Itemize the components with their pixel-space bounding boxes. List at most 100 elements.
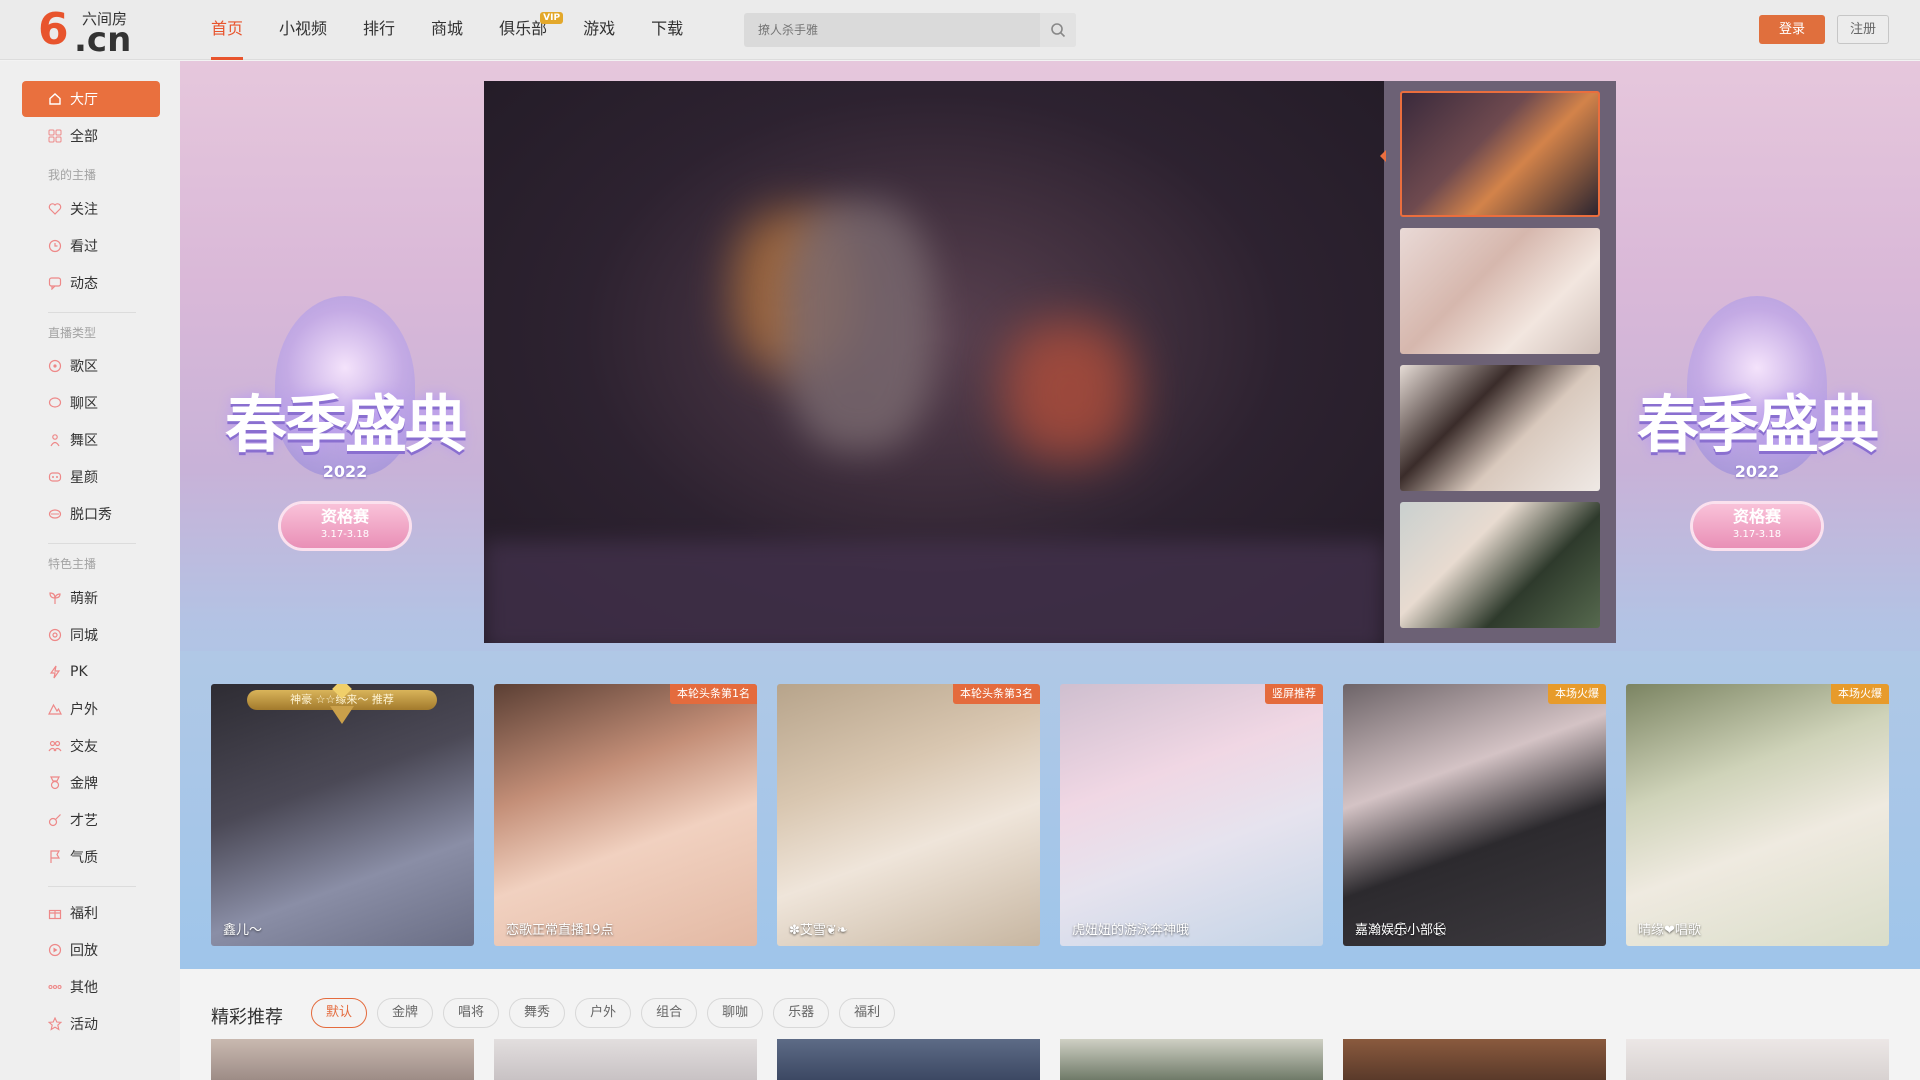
nav-short-video[interactable]: 小视频 bbox=[279, 0, 327, 60]
recommend-card[interactable] bbox=[494, 1039, 757, 1080]
sidebar-item-dance[interactable]: 舞区 bbox=[22, 422, 160, 458]
nav-games[interactable]: 游戏 bbox=[583, 0, 615, 60]
sidebar-item-feed[interactable]: 动态 bbox=[22, 265, 160, 301]
card-rank-tag: 本轮头条第1名 bbox=[670, 684, 757, 704]
logo-domain: .cn bbox=[74, 20, 132, 60]
anchor-card[interactable]: 本轮头条第1名 恋歌正常直播19点 bbox=[494, 684, 757, 946]
site-logo[interactable]: 6 六间房 .cn bbox=[38, 6, 138, 61]
sidebar-divider bbox=[48, 886, 136, 887]
message-icon bbox=[48, 276, 62, 290]
sidebar-item-lobby[interactable]: 大厅 bbox=[22, 81, 160, 117]
live-video-player[interactable] bbox=[484, 81, 1384, 643]
nav-club[interactable]: 俱乐部 VIP bbox=[499, 0, 564, 60]
sidebar-item-newbie[interactable]: 萌新 bbox=[22, 580, 160, 616]
recommend-card[interactable] bbox=[1343, 1039, 1606, 1080]
sidebar-item-talent[interactable]: 才艺 bbox=[22, 802, 160, 838]
anchor-card[interactable]: 本场火爆 晴缘❤唱歌 bbox=[1626, 684, 1889, 946]
crown-drop-icon bbox=[330, 706, 354, 724]
home-icon bbox=[48, 92, 62, 106]
anchor-card[interactable]: 神豪 ☆☆缘来～ 推荐 鑫儿～ bbox=[211, 684, 474, 946]
clock-icon bbox=[48, 239, 62, 253]
sidebar-item-label: 脱口秀 bbox=[70, 507, 112, 523]
thumbnail-1[interactable] bbox=[1400, 91, 1600, 217]
vip-badge: VIP bbox=[540, 12, 564, 24]
sidebar-item-temperament[interactable]: 气质 bbox=[22, 839, 160, 875]
recommend-card[interactable] bbox=[211, 1039, 474, 1080]
sprout-icon bbox=[48, 591, 62, 605]
guitar-icon bbox=[48, 813, 62, 827]
video-blur-floor bbox=[484, 541, 1384, 643]
sidebar-item-star-face[interactable]: 星颜 bbox=[22, 459, 160, 495]
sidebar-item-song[interactable]: 歌区 bbox=[22, 348, 160, 384]
nav-games-label: 游戏 bbox=[583, 19, 616, 38]
anchor-card[interactable]: 本场火爆 嘉瀚娱乐⃝小部长⃝ bbox=[1343, 684, 1606, 946]
nav-home-label: 首页 bbox=[211, 19, 244, 38]
sidebar-item-label: 全部 bbox=[70, 129, 98, 145]
filter-tab-gold[interactable]: 金牌 bbox=[377, 998, 434, 1028]
anchor-name: 晴缘❤唱歌 bbox=[1638, 923, 1701, 938]
music-icon bbox=[48, 359, 62, 373]
star-icon bbox=[48, 1017, 62, 1031]
filter-tab-singer[interactable]: 唱将 bbox=[443, 998, 500, 1028]
recommend-filter-tabs: 默认 金牌 唱将 舞秀 户外 组合 聊咖 乐器 福利 bbox=[311, 998, 905, 1028]
nav-download-label: 下载 bbox=[651, 19, 684, 38]
anchor-card[interactable]: 本轮头条第3名 ✽艾雪❦❧ bbox=[777, 684, 1040, 946]
sidebar-item-welfare[interactable]: 福利 bbox=[22, 895, 160, 931]
sidebar-item-watched[interactable]: 看过 bbox=[22, 228, 160, 264]
filter-tab-outdoor[interactable]: 户外 bbox=[575, 998, 632, 1028]
sidebar-item-label: 关注 bbox=[70, 202, 98, 218]
filter-tab-default[interactable]: 默认 bbox=[311, 998, 368, 1028]
sidebar-item-label: 歌区 bbox=[70, 359, 98, 375]
heart-icon bbox=[48, 202, 62, 216]
nav-mall-label: 商城 bbox=[431, 19, 464, 38]
emblem-pill: 资格赛 3.17-3.18 bbox=[1693, 504, 1821, 548]
recommend-card[interactable] bbox=[777, 1039, 1040, 1080]
search-button[interactable] bbox=[1040, 13, 1076, 47]
login-button[interactable]: 登录 bbox=[1759, 15, 1825, 44]
more-icon bbox=[48, 980, 62, 994]
sidebar-item-outdoor[interactable]: 户外 bbox=[22, 691, 160, 727]
sidebar-item-gold[interactable]: 金牌 bbox=[22, 765, 160, 801]
top-header: 6 六间房 .cn 首页 小视频 排行 商城 俱乐部VIP 游戏 下载 登录 注… bbox=[0, 0, 1920, 60]
nav-download[interactable]: 下载 bbox=[651, 0, 683, 60]
selected-thumbnail-arrow bbox=[1380, 150, 1386, 162]
thumbnail-3[interactable] bbox=[1400, 365, 1600, 491]
thumbnail-2[interactable] bbox=[1400, 228, 1600, 354]
emblem-pill-title: 资格赛 bbox=[320, 507, 369, 526]
filter-tab-welfare[interactable]: 福利 bbox=[839, 998, 896, 1028]
sidebar-item-label: PK bbox=[70, 664, 88, 680]
sidebar-item-all[interactable]: 全部 bbox=[22, 118, 160, 154]
nav-home[interactable]: 首页 bbox=[211, 0, 244, 60]
sidebar-item-friends[interactable]: 交友 bbox=[22, 728, 160, 764]
sidebar-item-label: 户外 bbox=[70, 702, 98, 718]
recommend-card[interactable] bbox=[1626, 1039, 1889, 1080]
sidebar-item-label: 动态 bbox=[70, 276, 98, 292]
filter-tab-instrument[interactable]: 乐器 bbox=[773, 998, 830, 1028]
sidebar-item-label: 同城 bbox=[70, 628, 98, 644]
sidebar-item-other[interactable]: 其他 bbox=[22, 969, 160, 1005]
sidebar-item-replay[interactable]: 回放 bbox=[22, 932, 160, 968]
anchor-name: ✽艾雪❦❧ bbox=[789, 923, 848, 938]
sidebar-item-follow[interactable]: 关注 bbox=[22, 191, 160, 227]
section-heading-my-anchors: 我的主播 bbox=[48, 168, 97, 182]
nav-mall[interactable]: 商城 bbox=[431, 0, 463, 60]
sidebar-item-talk-show[interactable]: 脱口秀 bbox=[22, 496, 160, 532]
register-button[interactable]: 注册 bbox=[1837, 15, 1889, 44]
filter-tab-dance[interactable]: 舞秀 bbox=[509, 998, 566, 1028]
sidebar-item-chat[interactable]: 聊区 bbox=[22, 385, 160, 421]
dancer-icon bbox=[48, 433, 62, 447]
medal-icon bbox=[48, 776, 62, 790]
anchor-card[interactable]: 竖屏推荐 虎妞妞的游泳奔神哦 bbox=[1060, 684, 1323, 946]
sidebar-item-label: 看过 bbox=[70, 239, 98, 255]
sidebar-item-pk[interactable]: PK bbox=[22, 654, 160, 690]
main-nav: 首页 小视频 排行 商城 俱乐部 VIP 游戏 下载 bbox=[211, 0, 719, 60]
thumbnail-4[interactable] bbox=[1400, 502, 1600, 628]
sidebar-item-same-city[interactable]: 同城 bbox=[22, 617, 160, 653]
search-input[interactable] bbox=[744, 13, 1040, 47]
nav-ranking[interactable]: 排行 bbox=[363, 0, 395, 60]
filter-tab-chat[interactable]: 聊咖 bbox=[707, 998, 764, 1028]
spring-gala-emblem-right: 春季盛典 2022 资格赛 3.17-3.18 bbox=[1617, 286, 1897, 576]
filter-tab-group[interactable]: 组合 bbox=[641, 998, 698, 1028]
recommend-card[interactable] bbox=[1060, 1039, 1323, 1080]
sidebar-item-events[interactable]: 活动 bbox=[22, 1006, 160, 1042]
